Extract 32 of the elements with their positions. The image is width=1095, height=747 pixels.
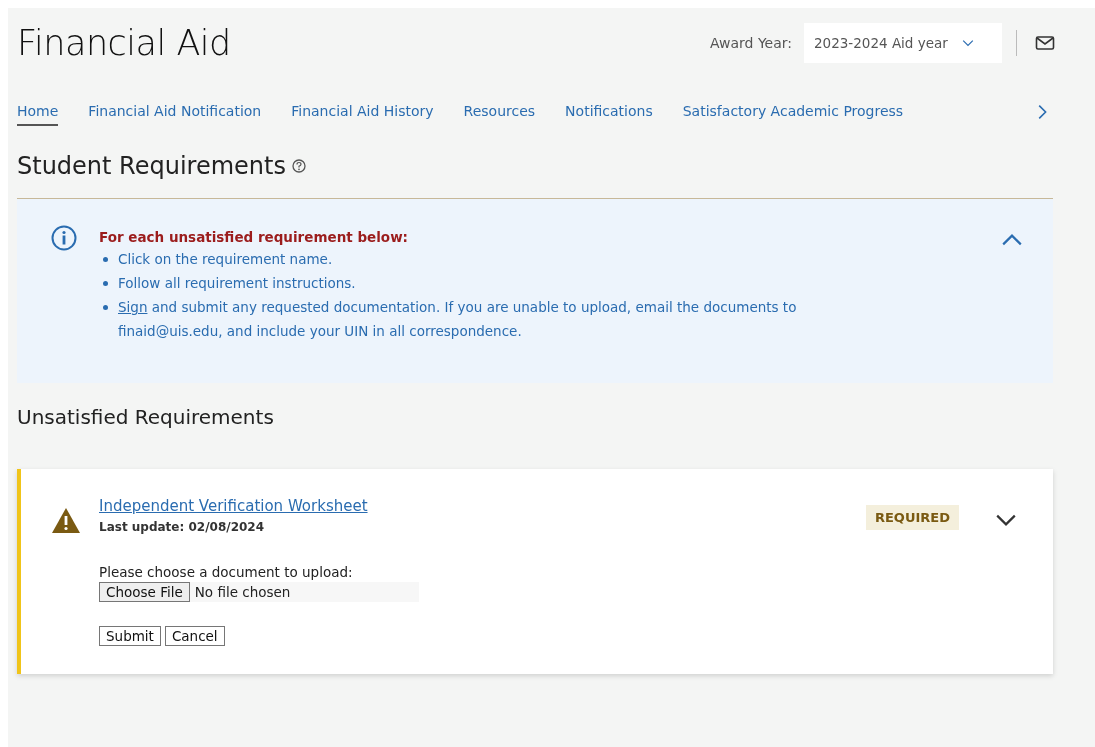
upload-prompt: Please choose a document to upload: [99, 564, 354, 580]
nav-tab[interactable]: Satisfactory Academic Progress [682, 98, 904, 126]
bullet-icon [103, 257, 108, 262]
form-button[interactable]: Submit [99, 626, 161, 646]
instruction-item: Sign and submit any requested documentation. If you are unable to upload, email the documents to finaid@uis.edu, and include your UIN in all correspondence. [118, 298, 798, 341]
help-icon[interactable] [291, 159, 306, 173]
instruction-item: Follow all requirement instructions. [118, 274, 357, 293]
sign-link[interactable]: Sign [118, 299, 148, 315]
award-year-dropdown[interactable]: 2023-2024 Aid year [804, 23, 1002, 63]
status-badge: REQUIRED [865, 505, 959, 530]
requirement-link[interactable]: Independent Verification Worksheet [99, 497, 368, 515]
file-status: No file chosen [193, 584, 291, 600]
bullet-icon [103, 305, 108, 310]
instructions-heading: For each unsatisfied requirement below: [99, 229, 409, 245]
last-update: Last update: 02/08/2024 [99, 520, 266, 534]
nav-tab[interactable]: Home [17, 98, 59, 126]
choose-file-button[interactable]: Choose File [99, 582, 190, 602]
subsection-title: Unsatisfied Requirements [17, 404, 275, 431]
warning-icon [51, 507, 81, 534]
section-title: Student Requirements [17, 152, 286, 180]
award-year-label: Award Year: [710, 35, 792, 51]
page-title: Financial Aid [17, 23, 232, 63]
info-icon [51, 225, 77, 251]
nav-tab[interactable]: Resources [463, 98, 536, 126]
mail-icon[interactable] [1035, 35, 1055, 51]
nav-tab[interactable]: Financial Aid History [291, 98, 434, 126]
bullet-icon [103, 281, 108, 286]
instruction-item: Click on the requirement name. [118, 250, 334, 269]
form-button[interactable]: Cancel [164, 626, 225, 646]
nav-tab[interactable]: Financial Aid Notification [88, 98, 262, 126]
nav-tab[interactable]: Notifications [565, 98, 653, 126]
caret-icon[interactable] [961, 37, 974, 49]
